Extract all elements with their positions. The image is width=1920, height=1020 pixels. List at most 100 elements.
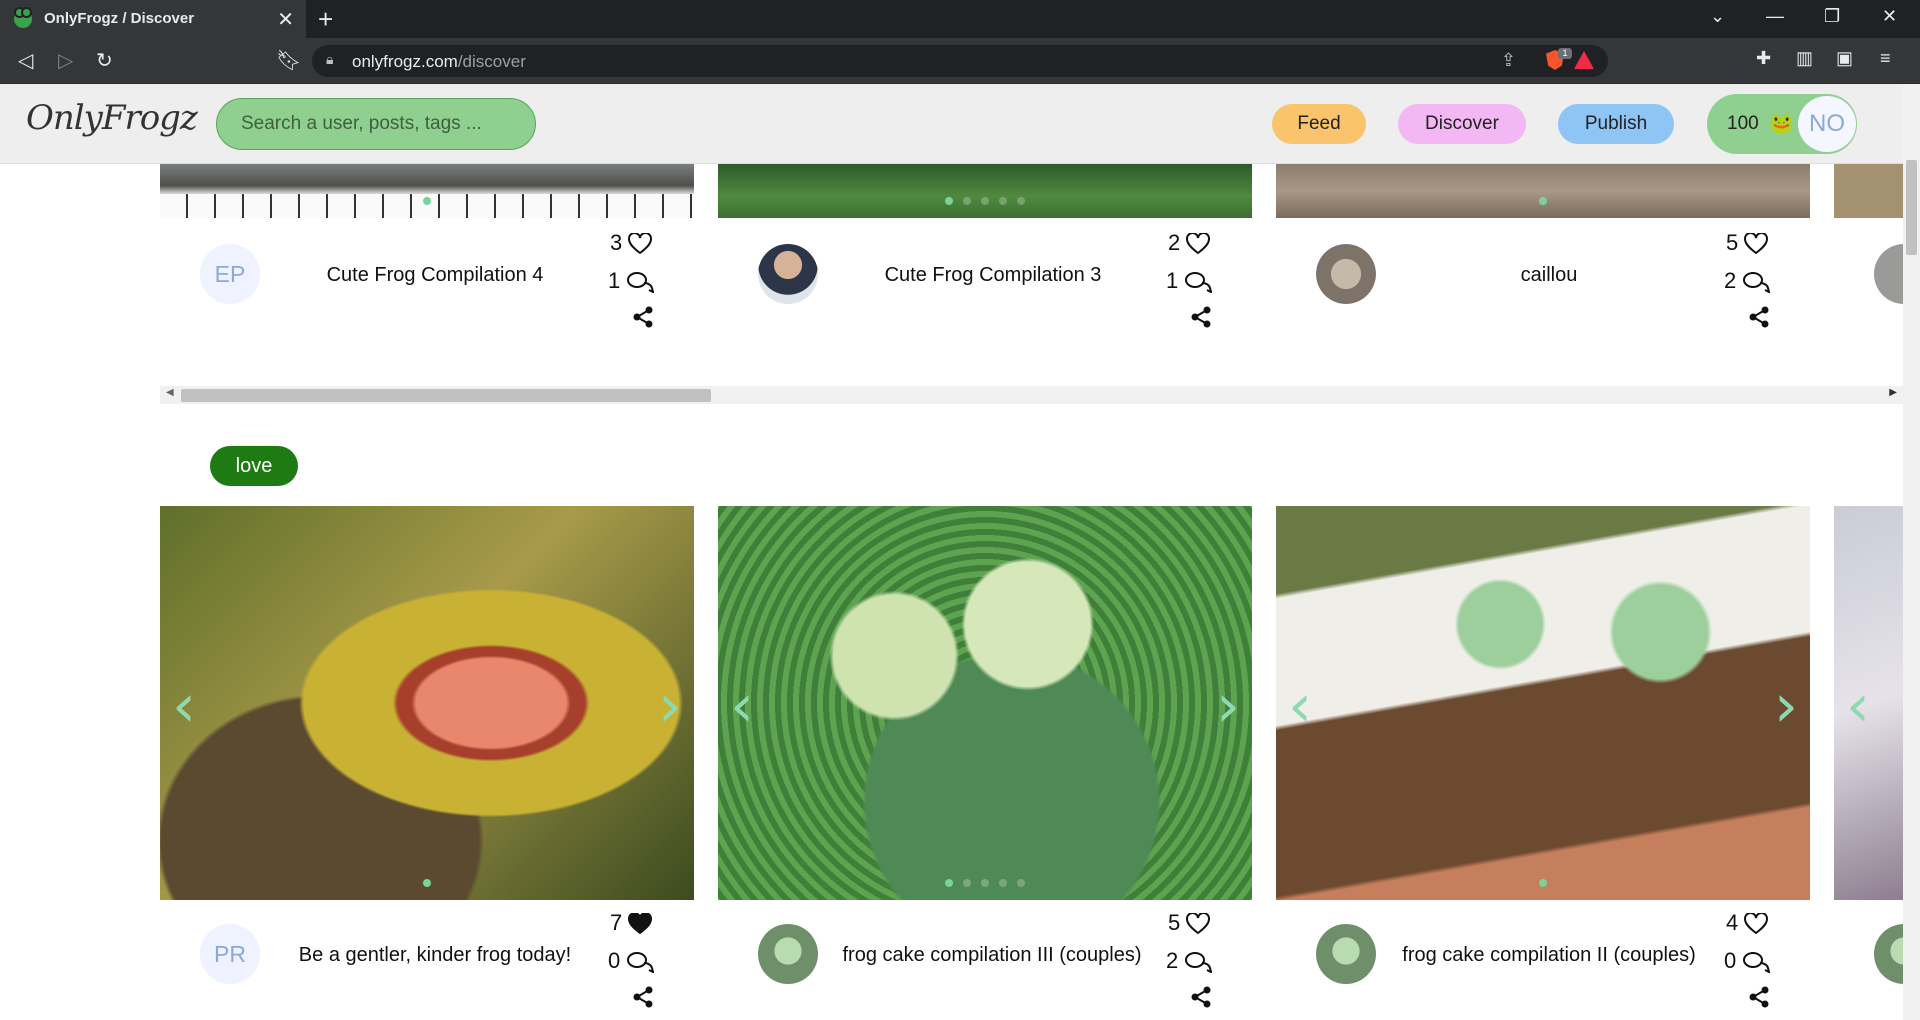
browser-tab[interactable]: OnlyFrogz / Discover ✕ (0, 0, 306, 38)
share-icon[interactable] (1748, 986, 1770, 1008)
browser-tabbar: OnlyFrogz / Discover ✕ + ⌄ — ❐ ✕ (0, 0, 1920, 38)
comments-stat[interactable]: 2 (1724, 268, 1771, 294)
carousel-prev-icon[interactable]: ‹ (1288, 676, 1312, 736)
site-logo[interactable]: OnlyFrogz (26, 98, 198, 138)
post-image[interactable]: ‹ › (718, 506, 1252, 900)
heart-icon (628, 233, 653, 255)
likes-stat[interactable]: 5 (1168, 910, 1211, 936)
frog-favicon-icon (14, 7, 32, 28)
post-image[interactable]: ‹ › (160, 506, 694, 900)
carousel-next-icon[interactable]: › (1774, 676, 1798, 736)
user-avatar[interactable]: NO (1798, 96, 1856, 152)
comment-icon (1743, 272, 1771, 294)
sidebar-icon[interactable]: ▥ (1796, 48, 1813, 69)
carousel-prev-icon[interactable]: ‹ (172, 676, 196, 736)
close-tab-icon[interactable]: ✕ (277, 7, 294, 32)
avatar[interactable]: EP (200, 244, 260, 304)
likes-stat[interactable]: 3 (610, 230, 653, 256)
likes-stat[interactable]: 2 (1168, 230, 1211, 256)
tag-love[interactable]: love (210, 446, 298, 486)
brave-rewards-icon[interactable] (1574, 51, 1594, 69)
menu-icon[interactable]: ≡ (1880, 48, 1891, 69)
post-title[interactable]: Cute Frog Compilation 4 (300, 264, 570, 287)
post-title[interactable]: frog cake compilation II (couples) (1394, 944, 1704, 967)
scrollbar-thumb[interactable] (181, 389, 711, 402)
comments-stat[interactable]: 1 (1166, 268, 1213, 294)
frog-avatar[interactable] (1316, 924, 1376, 984)
likes-stat[interactable]: 4 (1726, 910, 1769, 936)
post-image[interactable] (160, 164, 694, 218)
close-window-icon[interactable]: ✕ (1882, 6, 1897, 27)
share-icon[interactable] (632, 986, 654, 1008)
comments-stat[interactable]: 2 (1166, 948, 1213, 974)
heart-filled-icon (628, 913, 653, 935)
scrollbar-thumb[interactable] (1906, 160, 1917, 255)
heart-icon (1186, 233, 1211, 255)
address-bar[interactable]: 🔒︎ onlyfrogz.com/discover ⇪ 1 (312, 45, 1608, 77)
carousel-dots (718, 874, 1252, 892)
comments-stat[interactable]: 0 (1724, 948, 1771, 974)
site-header: OnlyFrogz Feed Discover Publish 100 🐸 NO (0, 84, 1903, 164)
extensions-icon[interactable]: ✚ (1756, 48, 1771, 69)
post-image[interactable]: ‹ › (1276, 506, 1810, 900)
restore-icon[interactable]: ❐ (1824, 6, 1840, 27)
publish-button[interactable]: Publish (1558, 104, 1674, 144)
post-image[interactable] (718, 164, 1252, 218)
frog-avatar-partial[interactable] (1874, 924, 1903, 984)
avatar[interactable]: PR (200, 924, 260, 984)
url-text: onlyfrogz.com/discover (352, 52, 526, 71)
share-icon[interactable] (632, 306, 654, 328)
frog-coin-icon: 🐸 (1769, 113, 1794, 135)
minimize-icon[interactable]: — (1766, 6, 1784, 27)
search-input[interactable] (216, 98, 536, 150)
wallet-icon[interactable]: ▣ (1836, 48, 1853, 69)
bookmark-icon[interactable]: 🔖︎ (276, 48, 301, 73)
page-scrollbar[interactable] (1903, 84, 1920, 1020)
shield-count-badge: 1 (1558, 48, 1572, 59)
lock-icon: 🔒︎ (326, 51, 334, 67)
post-title[interactable]: frog cake compilation III (couples) (836, 944, 1148, 967)
comment-icon (627, 272, 655, 294)
carousel-dots (1276, 192, 1810, 210)
likes-stat[interactable]: 7 (610, 910, 653, 936)
post-title[interactable]: Be a gentler, kinder frog today! (284, 944, 586, 967)
back-icon[interactable]: ◁ (18, 48, 33, 73)
avatar[interactable] (758, 244, 818, 304)
comment-icon (1743, 952, 1771, 974)
carousel-prev-icon[interactable]: ‹ (730, 676, 754, 736)
tab-title: OnlyFrogz / Discover (44, 10, 195, 27)
balance-amount: 100 (1727, 113, 1759, 134)
share-icon[interactable] (1190, 306, 1212, 328)
new-tab-icon[interactable]: + (318, 4, 333, 35)
likes-stat[interactable]: 5 (1726, 230, 1769, 256)
row-horizontal-scrollbar[interactable]: ◀ ▶ (160, 386, 1903, 404)
share-icon[interactable]: ⇪ (1501, 50, 1516, 71)
avatar-partial[interactable] (1874, 244, 1903, 304)
feed-button[interactable]: Feed (1272, 104, 1366, 144)
chevron-down-icon[interactable]: ⌄ (1710, 6, 1725, 27)
carousel-dots (160, 874, 694, 892)
carousel-next-icon[interactable]: › (1216, 676, 1240, 736)
comments-stat[interactable]: 1 (608, 268, 655, 294)
carousel-next-icon[interactable]: › (658, 676, 682, 736)
frog-avatar[interactable] (758, 924, 818, 984)
carousel-dots (160, 192, 694, 210)
share-icon[interactable] (1190, 986, 1212, 1008)
post-image[interactable] (1276, 164, 1810, 218)
page-viewport: EP Cute Frog Compilation 4 3 1 Cute Frog… (0, 84, 1903, 1020)
browser-toolbar: ◁ ▷ ↻ 🔖︎ 🔒︎ onlyfrogz.com/discover ⇪ 1 ✚… (0, 38, 1920, 84)
post-title[interactable]: caillou (1414, 264, 1684, 287)
avatar[interactable] (1316, 244, 1376, 304)
post-title[interactable]: Cute Frog Compilation 3 (858, 264, 1128, 287)
forward-icon[interactable]: ▷ (58, 48, 73, 73)
heart-icon (1744, 233, 1769, 255)
discover-button[interactable]: Discover (1398, 104, 1526, 144)
scroll-right-icon[interactable]: ▶ (1889, 387, 1897, 398)
scroll-left-icon[interactable]: ◀ (166, 387, 174, 398)
carousel-prev-icon[interactable]: ‹ (1846, 676, 1870, 736)
share-icon[interactable] (1748, 306, 1770, 328)
comment-icon (1185, 272, 1213, 294)
heart-icon (1744, 913, 1769, 935)
comments-stat[interactable]: 0 (608, 948, 655, 974)
reload-icon[interactable]: ↻ (96, 48, 113, 73)
